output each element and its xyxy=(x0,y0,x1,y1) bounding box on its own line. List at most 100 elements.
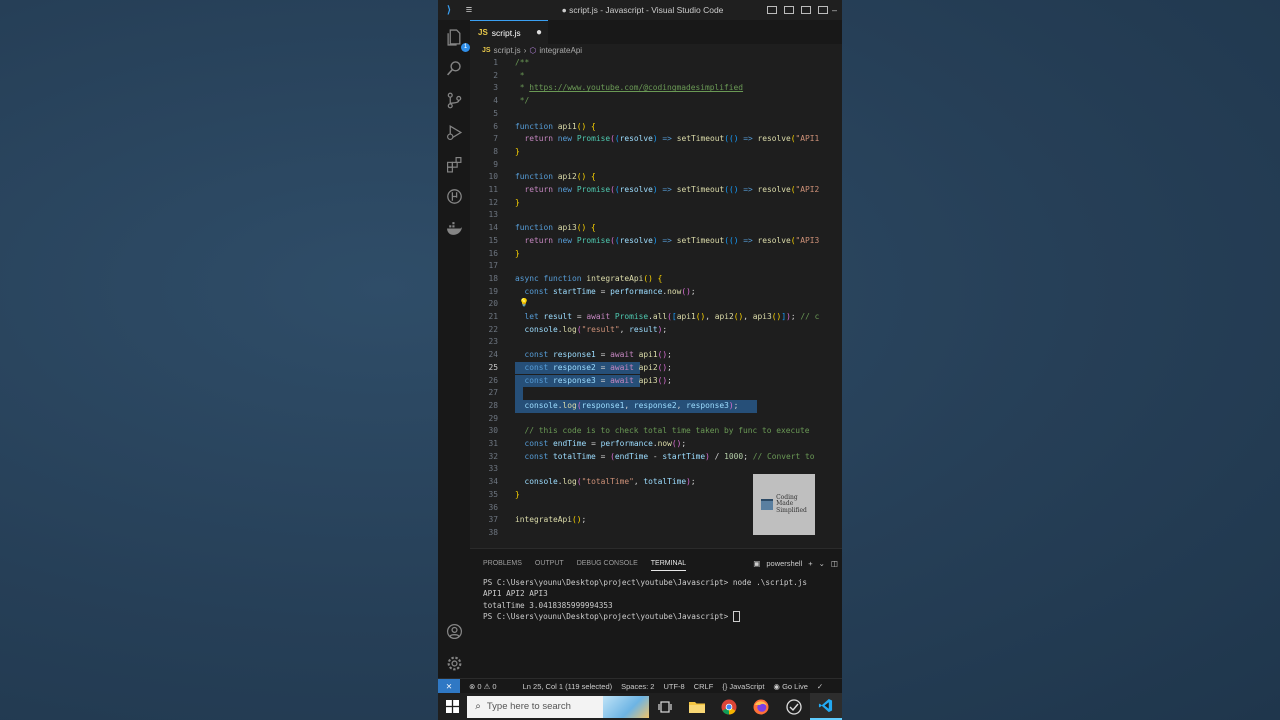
code-line: console.log(response1, response2, respon… xyxy=(524,400,739,410)
line-number: 29 xyxy=(488,413,498,423)
toggle-sidebar-icon[interactable] xyxy=(767,6,777,14)
file-explorer-icon[interactable] xyxy=(681,693,713,720)
manage-gear-icon[interactable] xyxy=(444,653,464,673)
explorer-icon[interactable]: 1 xyxy=(444,27,470,52)
line-number: 17 xyxy=(488,261,498,271)
terminal-line: totalTime 3.0418385999994353 xyxy=(483,600,613,610)
encoding[interactable]: UTF-8 xyxy=(663,682,684,691)
firefox-icon[interactable] xyxy=(745,693,777,720)
chrome-icon[interactable] xyxy=(713,693,745,720)
code-line: * xyxy=(515,70,525,80)
selection-highlight xyxy=(515,387,523,400)
remote-indicator-icon[interactable]: ⨯ xyxy=(438,679,460,693)
code-line: let result = await Promise.all([api1(), … xyxy=(524,312,820,321)
terminal-line: API1 API2 API3 xyxy=(483,589,548,599)
cursor-position[interactable]: Ln 25, Col 1 (119 selected) xyxy=(523,682,613,691)
new-terminal-button[interactable]: + xyxy=(808,559,812,568)
tab-terminal[interactable]: TERMINAL xyxy=(650,560,687,571)
terminal-prompt-line: PS C:\Users\younu\Desktop\project\youtub… xyxy=(483,611,833,623)
terminal-shell-name[interactable]: powershell xyxy=(766,559,802,568)
line-number-row: 9 xyxy=(470,159,842,172)
line-number-row: 17 xyxy=(470,260,842,273)
tab-problems[interactable]: PROBLEMS xyxy=(483,560,522,567)
code-line: const endTime = performance.now(); xyxy=(524,439,687,448)
line-number: 20 xyxy=(488,299,498,309)
line-number: 33 xyxy=(488,464,498,474)
breadcrumb-separator: › xyxy=(523,46,527,55)
line-number-row: 29 xyxy=(470,413,842,426)
indentation[interactable]: Spaces: 2 xyxy=(621,682,654,691)
menu-icon[interactable]: ≡ xyxy=(460,4,478,16)
vscode-window: ⟩ ≡ ● script.js - Javascript - Visual St… xyxy=(438,0,842,693)
broadcast-icon: ◉ xyxy=(773,682,783,691)
extensions-icon[interactable] xyxy=(444,154,464,174)
vscode-taskbar-icon[interactable] xyxy=(809,693,842,720)
terminal-shell-icon: ▣ xyxy=(753,558,761,568)
code-line: */ xyxy=(515,96,530,106)
layout-controls xyxy=(767,6,832,14)
prettier-check-icon[interactable]: ✓ xyxy=(817,682,823,691)
task-view-icon[interactable] xyxy=(649,693,681,720)
line-number-row: 5 xyxy=(470,108,842,121)
go-live-button[interactable]: ◉ Go Live xyxy=(773,682,808,691)
split-terminal-icon[interactable]: ◫ xyxy=(831,559,838,568)
run-debug-icon[interactable] xyxy=(444,122,464,142)
windows-start-icon[interactable] xyxy=(438,700,467,713)
line-number-row: 13 xyxy=(470,209,842,222)
end-of-line[interactable]: CRLF xyxy=(694,682,714,691)
lightbulb-icon[interactable]: 💡 xyxy=(519,298,529,307)
docker-icon[interactable] xyxy=(444,218,464,238)
terminal-output[interactable]: PS C:\Users\younu\Desktop\project\youtub… xyxy=(483,577,833,623)
status-bar: ⨯ ⊗ 0 ⚠ 0 Ln 25, Col 1 (119 selected) Sp… xyxy=(438,678,842,693)
breadcrumb-file[interactable]: script.js xyxy=(494,46,521,55)
laptop-logo-icon xyxy=(761,499,774,510)
toggle-secondary-sidebar-icon[interactable] xyxy=(801,6,811,14)
panel-tabs: PROBLEMS OUTPUT DEBUG CONSOLE TERMINAL ▣… xyxy=(470,549,842,577)
terminal-cursor xyxy=(732,611,740,623)
minimize-icon[interactable]: – xyxy=(832,5,842,15)
accounts-icon[interactable] xyxy=(444,621,464,641)
code-line: function api2() { xyxy=(515,172,596,182)
tab-output[interactable]: OUTPUT xyxy=(535,560,564,567)
code-line: * https://www.youtube.com/@codingmadesim… xyxy=(515,83,744,93)
line-number-row: 23 xyxy=(470,336,842,349)
line-number: 5 xyxy=(493,108,498,118)
code-line: /** xyxy=(515,58,530,67)
customize-layout-icon[interactable] xyxy=(818,6,828,14)
search-icon[interactable] xyxy=(444,58,464,78)
code-line: const response1 = await api1(); xyxy=(524,350,672,360)
code-line: } xyxy=(515,197,520,207)
youtube-link[interactable]: https://www.youtube.com/@codingmadesimpl… xyxy=(529,83,743,92)
source-control-icon[interactable] xyxy=(444,90,464,110)
code-line: const response2 = await api2(); xyxy=(524,362,672,372)
language-mode[interactable]: {} JavaScript xyxy=(722,682,764,691)
code-line: return new Promise((resolve) => setTimeo… xyxy=(524,185,820,194)
remote-explorer-icon[interactable] xyxy=(444,186,464,206)
code-line: console.log("totalTime", totalTime); xyxy=(524,477,696,487)
tab-script-js[interactable]: JS script.js ● xyxy=(470,20,548,44)
tab-debug-console[interactable]: DEBUG CONSOLE xyxy=(577,560,638,567)
code-line: // this code is to check total time take… xyxy=(524,426,810,436)
breadcrumb-symbol[interactable]: integrateApi xyxy=(539,46,582,55)
code-editor[interactable]: 1 2 3 4 5 6 7 8 9 10 11 12 13 14 15 16 17 18 19 20 21 22 23 24 2… xyxy=(470,57,842,541)
code-line: async function integrateApi() { xyxy=(515,273,663,283)
terminal-line: PS C:\Users\younu\Desktop\project\youtub… xyxy=(483,611,733,621)
code-line: function api1() { xyxy=(515,121,596,131)
toggle-panel-icon[interactable] xyxy=(784,6,794,14)
function-symbol-icon: ⬡ xyxy=(529,46,537,55)
code-line: const startTime = performance.now(); xyxy=(524,286,696,296)
code-line: const totalTime = (endTime - startTime) … xyxy=(524,451,815,461)
search-highlight-art xyxy=(602,695,649,718)
chevron-down-icon[interactable]: ⌄ xyxy=(819,559,825,568)
search-placeholder: Type here to search xyxy=(486,701,571,712)
channel-watermark: Coding Made Simplified xyxy=(753,474,815,535)
watermark-text: Coding Made Simplified xyxy=(776,493,807,514)
activity-bar: 1 xyxy=(438,20,470,678)
taskbar-search-box[interactable]: ⌕ Type here to search xyxy=(467,695,649,718)
app-icon[interactable] xyxy=(778,693,810,720)
windows-taskbar: ⌕ Type here to search xyxy=(438,693,842,720)
unsaved-dot-icon[interactable]: ● xyxy=(536,27,542,38)
terminal-line: PS C:\Users\younu\Desktop\project\youtub… xyxy=(483,578,807,587)
problems-count[interactable]: ⊗ 0 ⚠ 0 xyxy=(469,682,497,691)
code-line: } xyxy=(515,489,520,499)
